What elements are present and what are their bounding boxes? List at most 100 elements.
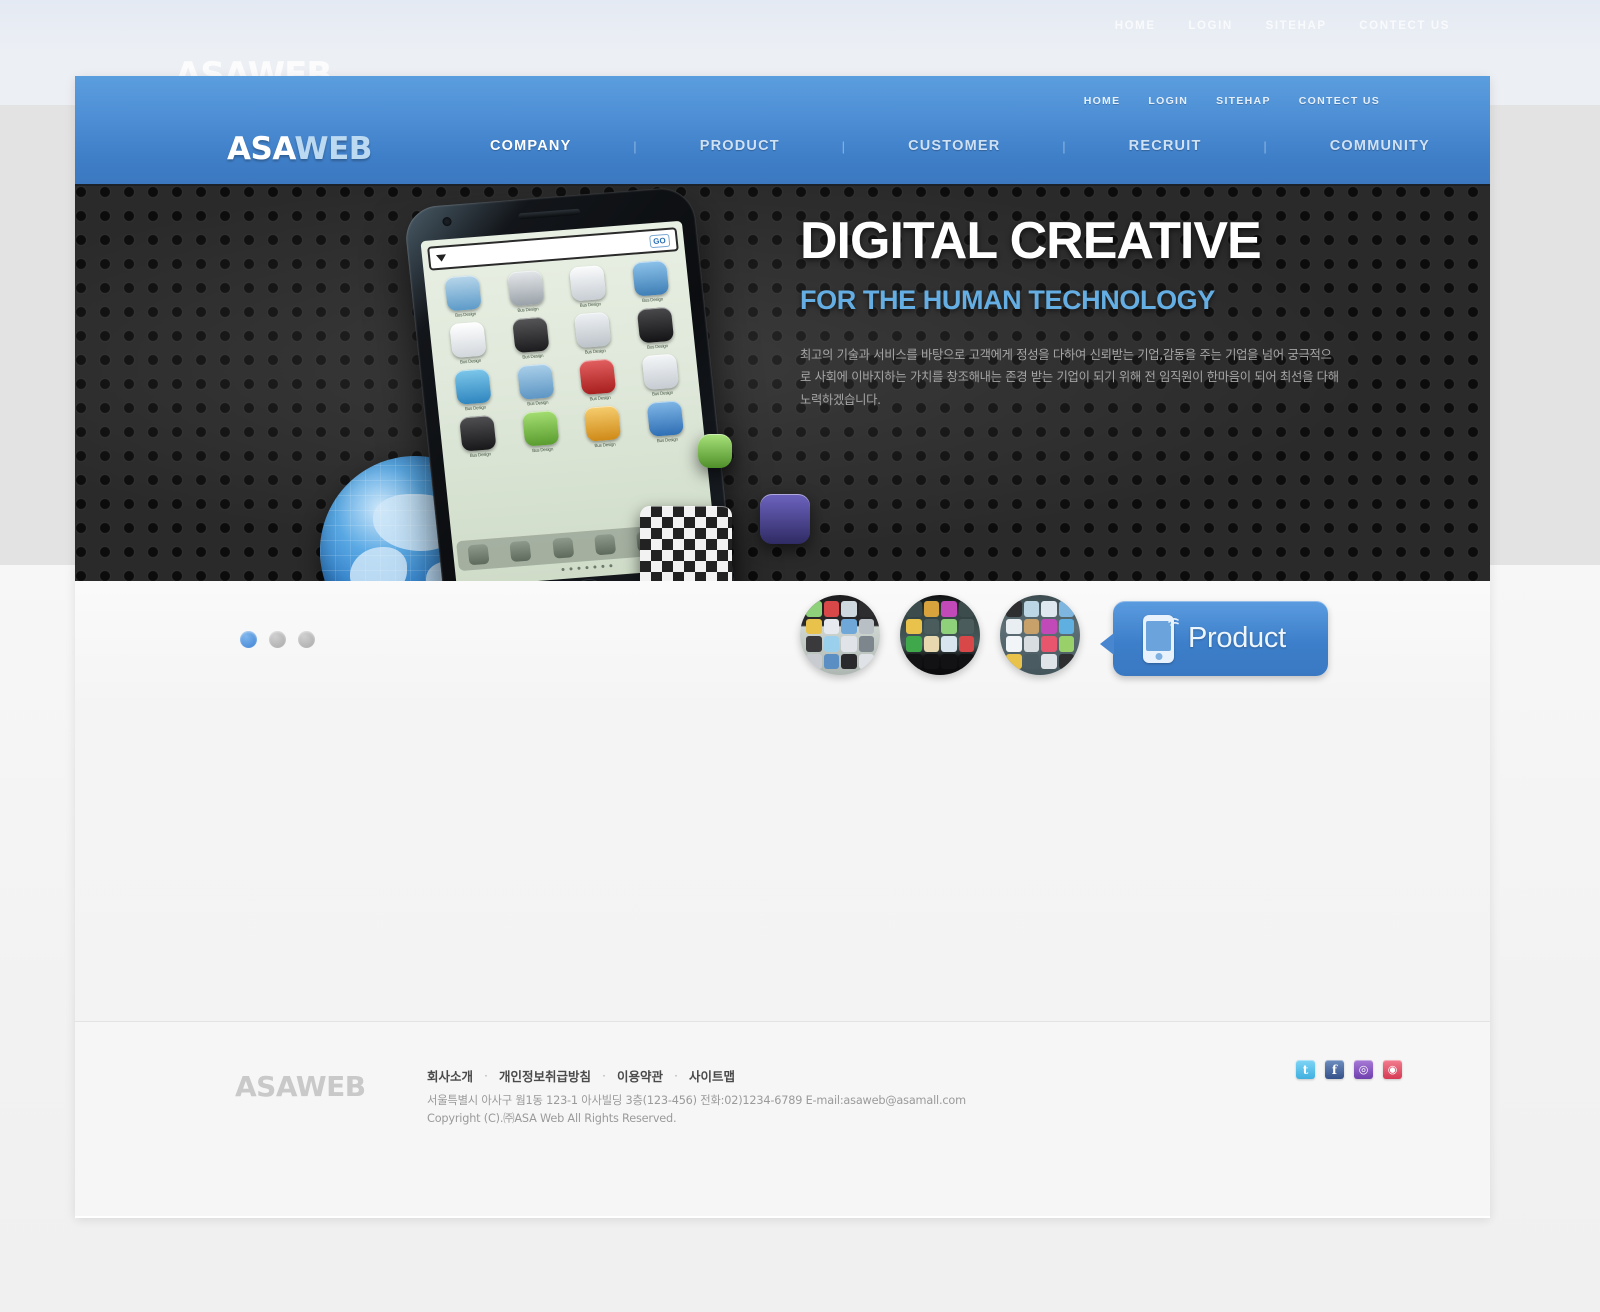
phone-app[interactable]: Bus Design <box>505 362 568 407</box>
app-label: Bus Design <box>651 389 674 397</box>
nav-item-company[interactable]: COMPANY <box>490 138 571 154</box>
util-nav-contact[interactable]: CONTECT US <box>1299 95 1380 107</box>
phone-app[interactable]: Bus Design <box>500 316 563 361</box>
product-button[interactable]: Product <box>1100 601 1328 676</box>
site-container: HOME LOGIN SITEHAP CONTECT US ASAWEB COM… <box>75 76 1490 1218</box>
app-icon <box>646 400 684 437</box>
footer-link-privacy[interactable]: 개인정보취급방침 <box>499 1066 591 1085</box>
hero-copy: DIGITAL CREATIVE FOR THE HUMAN TECHNOLOG… <box>800 214 1340 412</box>
site-footer: ASAWEB 회사소개 · 개인정보취급방침 · 이용약관 · 사이트맵 서울특… <box>75 1021 1490 1216</box>
carousel-dot-1[interactable] <box>240 631 257 648</box>
app-label: Bus Design <box>584 348 606 355</box>
thumbnail-phone-1[interactable] <box>800 595 880 675</box>
hero-illustration: GO Bus Design Bus Design Bus Design Bus … <box>320 186 810 581</box>
dock-volume-icon[interactable] <box>594 533 617 556</box>
app-label: Bus Design <box>517 306 539 313</box>
me2day-icon[interactable]: ◎ <box>1354 1060 1373 1079</box>
facebook-icon[interactable]: f <box>1325 1060 1344 1079</box>
phone-app-grid: Bus Design Bus Design Bus Design Bus Des… <box>430 259 698 460</box>
app-icon <box>454 368 492 405</box>
wifi-waves-icon <box>1168 618 1179 626</box>
nav-separator: | <box>1062 138 1067 154</box>
grid-app-icon <box>698 434 732 468</box>
phone-app[interactable]: Bus Design <box>562 311 625 356</box>
yozm-icon[interactable]: ◉ <box>1383 1060 1402 1079</box>
app-label: Bus Design <box>656 436 679 444</box>
phone-app[interactable]: Bus Design <box>572 404 635 449</box>
app-label: Bus Design <box>454 311 477 318</box>
thumbnail-phone-2[interactable] <box>900 595 980 675</box>
phone-app[interactable]: Bus Design <box>629 353 692 398</box>
phone-app[interactable]: Bus Design <box>624 306 687 351</box>
app-icon <box>444 274 483 312</box>
phone-app[interactable]: Bus Design <box>567 358 630 403</box>
palette-app-icon <box>760 494 810 544</box>
footer-address-block: 서울특별시 아사구 웜1동 123-1 아사빌딩 3층(123-456) 전화:… <box>427 1092 966 1127</box>
footer-link-sitemap[interactable]: 사이트맵 <box>689 1066 735 1085</box>
app-label: Bus Design <box>641 296 664 304</box>
app-label: Bus Design <box>522 352 544 360</box>
social-links: t f ◎ ◉ <box>1296 1060 1402 1079</box>
logo-secondary: WEB <box>294 131 372 167</box>
util-nav-home[interactable]: HOME <box>1084 95 1121 107</box>
app-icon <box>521 410 560 447</box>
phone-app[interactable]: Bus Design <box>447 414 510 459</box>
product-button-label: Product <box>1188 622 1286 654</box>
site-header: HOME LOGIN SITEHAP CONTECT US ASAWEB COM… <box>75 76 1490 186</box>
footer-logo: ASAWEB <box>235 1070 366 1103</box>
phone-app[interactable]: Bus Design <box>442 367 505 412</box>
app-label: Bus Design <box>531 446 554 454</box>
footer-link-separator: · <box>602 1068 606 1083</box>
phone-app[interactable]: Bus Design <box>437 321 500 366</box>
app-icon <box>459 415 497 452</box>
ghost-nav-sitemap: SITEHAP <box>1265 20 1327 32</box>
nav-separator: | <box>841 138 847 154</box>
app-icon <box>449 321 487 359</box>
chevron-down-icon <box>435 253 447 262</box>
hero-subtitle: FOR THE HUMAN TECHNOLOGY <box>800 284 1215 315</box>
thumbnail-phone-3[interactable] <box>1000 595 1080 675</box>
carousel-dot-3[interactable] <box>298 631 315 648</box>
phone-app[interactable]: Bus Design <box>495 269 558 314</box>
ghost-nav-home: HOME <box>1114 20 1156 32</box>
dock-clock-icon[interactable] <box>552 537 575 559</box>
app-label: Bus Design <box>464 404 487 412</box>
footer-link-separator: · <box>674 1068 678 1083</box>
go-button[interactable]: GO <box>648 233 671 248</box>
nav-item-customer[interactable]: CUSTOMER <box>908 138 1000 154</box>
app-icon <box>511 316 550 354</box>
footer-link-separator: · <box>484 1068 488 1083</box>
site-logo[interactable]: ASAWEB <box>227 134 372 165</box>
app-icon <box>636 306 674 344</box>
phone-app[interactable]: Bus Design <box>634 399 697 444</box>
dock-key-icon[interactable] <box>509 540 532 562</box>
phone-app[interactable]: Bus Design <box>509 409 572 454</box>
nav-item-product[interactable]: PRODUCT <box>700 138 780 154</box>
thumbnail-list <box>800 595 1080 675</box>
phone-app[interactable]: Bus Design <box>557 264 620 309</box>
game-controller-icon <box>640 506 732 581</box>
carousel-dot-2[interactable] <box>269 631 286 648</box>
twitter-icon[interactable]: t <box>1296 1060 1315 1079</box>
ghost-nav-contact: CONTECT US <box>1359 20 1450 32</box>
footer-address: 서울특별시 아사구 웜1동 123-1 아사빌딩 3층(123-456) 전화:… <box>427 1094 966 1107</box>
app-icon <box>516 363 555 400</box>
app-label: Bus Design <box>469 451 492 458</box>
ghost-nav-login: LOGIN <box>1188 20 1233 32</box>
nav-item-recruit[interactable]: RECRUIT <box>1129 138 1202 154</box>
hero-banner: GO Bus Design Bus Design Bus Design Bus … <box>75 186 1490 581</box>
footer-link-about[interactable]: 회사소개 <box>427 1066 473 1085</box>
phone-app[interactable]: Bus Design <box>432 274 495 319</box>
app-icon <box>569 264 607 302</box>
nav-item-community[interactable]: COMMUNITY <box>1330 138 1430 154</box>
showcase-section: Product <box>75 581 1490 1021</box>
footer-copyright: Copyright (C).㈜ASA Web All Rights Reserv… <box>427 1111 677 1125</box>
footer-link-terms[interactable]: 이용약관 <box>617 1066 663 1085</box>
footer-links: 회사소개 · 개인정보취급방침 · 이용약관 · 사이트맵 <box>427 1066 735 1085</box>
dock-cart-icon[interactable] <box>467 543 490 566</box>
util-nav-login[interactable]: LOGIN <box>1148 95 1188 107</box>
app-icon <box>584 405 622 442</box>
phone-speaker-icon <box>518 208 581 220</box>
util-nav-sitemap[interactable]: SITEHAP <box>1216 95 1271 107</box>
phone-app[interactable]: Bus Design <box>619 259 682 304</box>
